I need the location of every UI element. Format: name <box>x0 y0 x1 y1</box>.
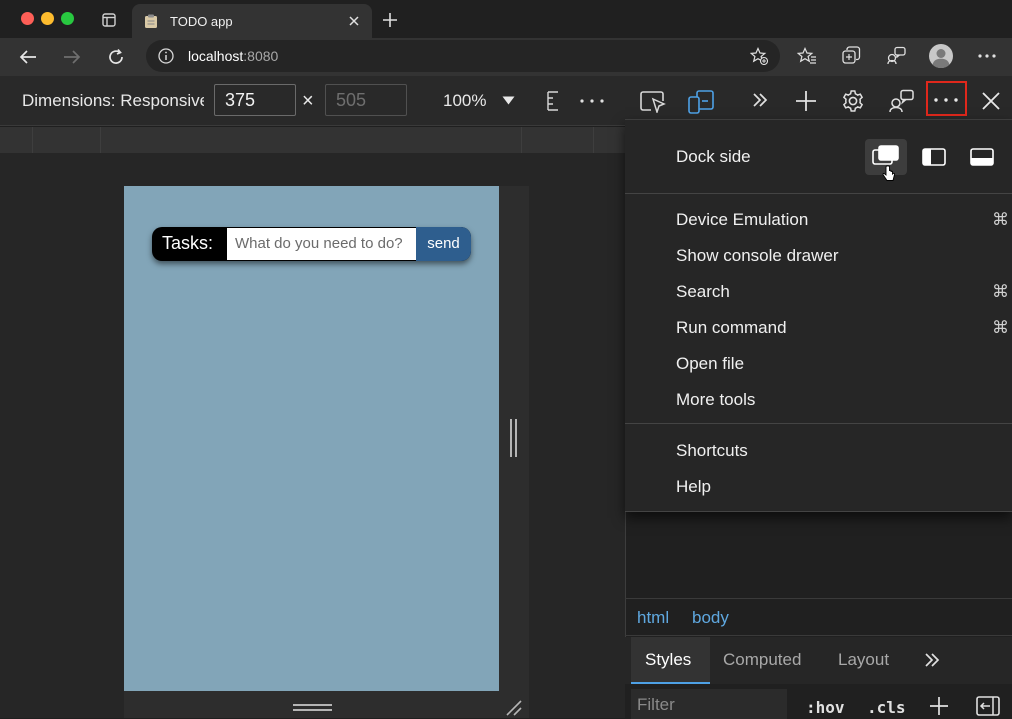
dock-side-label: Dock side <box>676 147 751 166</box>
back-arrow-icon[interactable] <box>19 49 37 65</box>
dock-left-button[interactable] <box>914 139 956 175</box>
more-panels-chevron-icon[interactable] <box>924 653 940 667</box>
tab-styles-label: Styles <box>645 650 692 669</box>
resize-handle-bottom[interactable] <box>124 691 529 718</box>
clipboard-favicon-icon <box>144 14 158 29</box>
more-options-icon[interactable] <box>580 99 604 103</box>
resize-handle-right[interactable] <box>499 186 529 718</box>
menu-item-shortcuts[interactable]: Shortcuts <box>676 441 748 461</box>
filter-input[interactable]: Filter <box>631 689 787 719</box>
forward-arrow-icon[interactable] <box>63 49 81 65</box>
close-window-button[interactable] <box>21 12 34 25</box>
breadcrumb-body[interactable]: body <box>692 608 729 628</box>
minimize-window-button[interactable] <box>41 12 54 25</box>
cls-toggle[interactable]: .cls <box>867 698 906 717</box>
customize-menu: Dock side Device Emulation ⌘ Show consol… <box>625 119 1012 512</box>
tasks-label: Tasks: <box>162 233 214 253</box>
chevron-down-icon[interactable] <box>502 96 515 105</box>
media-query-ruler <box>0 127 625 153</box>
send-button[interactable]: send <box>416 227 471 261</box>
device-options-icon[interactable] <box>546 91 560 111</box>
add-tab-icon[interactable] <box>795 90 817 112</box>
height-input[interactable]: 505 <box>325 84 407 116</box>
menu-item-more-tools[interactable]: More tools <box>676 390 755 410</box>
favorites-icon[interactable] <box>797 47 817 65</box>
feedback-icon[interactable] <box>889 89 915 113</box>
menu-item-open-file[interactable]: Open file <box>676 354 744 374</box>
device-toolbar: Dimensions: Responsive 375 × 505 100% <box>0 76 625 126</box>
zoom-dropdown[interactable]: 100% <box>443 91 486 111</box>
menu-item-help[interactable]: Help <box>676 477 711 497</box>
shortcut-device-emulation: ⌘ <box>992 210 1009 229</box>
tab-layout[interactable]: Layout <box>838 650 889 670</box>
cursor-hand-icon <box>882 165 896 183</box>
menu-item-device-emulation[interactable]: Device Emulation <box>676 210 808 230</box>
info-icon[interactable] <box>158 48 174 64</box>
tab-computed[interactable]: Computed <box>723 650 801 670</box>
gear-icon[interactable] <box>841 89 865 113</box>
task-input[interactable]: What do you need to do? <box>227 228 416 260</box>
more-tabs-chevron-icon[interactable] <box>752 93 768 107</box>
menu-item-show-console-drawer[interactable]: Show console drawer <box>676 246 839 266</box>
extensions-feedback-icon[interactable] <box>886 46 906 65</box>
width-input[interactable]: 375 <box>214 84 296 116</box>
styles-tabbar: Styles Computed Layout <box>625 637 1012 684</box>
close-devtools-icon[interactable] <box>981 91 1001 111</box>
browser-title-bar: TODO app <box>0 0 1012 38</box>
profile-avatar[interactable] <box>929 44 953 68</box>
settings-more-icon[interactable] <box>978 54 996 58</box>
shortcut-run-command: ⌘ <box>992 318 1009 337</box>
browser-tab[interactable]: TODO app <box>132 4 372 38</box>
inspect-element-icon[interactable] <box>640 91 666 113</box>
tab-actions-icon[interactable] <box>101 12 117 28</box>
toggle-sidebar-icon[interactable] <box>976 696 1000 716</box>
breadcrumb-html[interactable]: html <box>637 608 669 628</box>
dock-undock-button[interactable] <box>865 139 907 181</box>
device-emulation-icon[interactable] <box>688 90 714 114</box>
add-favorite-icon[interactable] <box>750 47 768 65</box>
collections-icon[interactable] <box>842 46 861 65</box>
new-style-rule-icon[interactable] <box>929 696 949 716</box>
close-tab-icon[interactable] <box>348 15 360 27</box>
menu-item-run-command[interactable]: Run command <box>676 318 787 338</box>
resize-corner-icon[interactable] <box>504 698 522 716</box>
new-tab-icon[interactable] <box>382 12 398 28</box>
dock-bottom-button[interactable] <box>962 139 1004 175</box>
dimensions-dropdown[interactable]: Dimensions: Responsive <box>22 91 204 111</box>
tab-title: TODO app <box>170 14 233 29</box>
task-form: Tasks: What do you need to do? send <box>152 227 471 261</box>
shortcut-search: ⌘ <box>992 282 1009 301</box>
breadcrumb: html body <box>625 598 1012 636</box>
zoom-window-button[interactable] <box>61 12 74 25</box>
emulated-page <box>124 186 499 691</box>
menu-item-search[interactable]: Search <box>676 282 730 302</box>
customize-devtools-highlight[interactable] <box>926 81 967 116</box>
reload-icon[interactable] <box>107 48 125 66</box>
hov-toggle[interactable]: :hov <box>806 698 845 717</box>
tab-styles[interactable]: Styles <box>631 637 710 684</box>
dimension-times: × <box>302 90 314 112</box>
address-bar[interactable]: localhost:8080 <box>146 40 780 72</box>
styles-filter-bar: Filter :hov .cls <box>625 684 1012 719</box>
url-text: localhost:8080 <box>188 48 279 64</box>
